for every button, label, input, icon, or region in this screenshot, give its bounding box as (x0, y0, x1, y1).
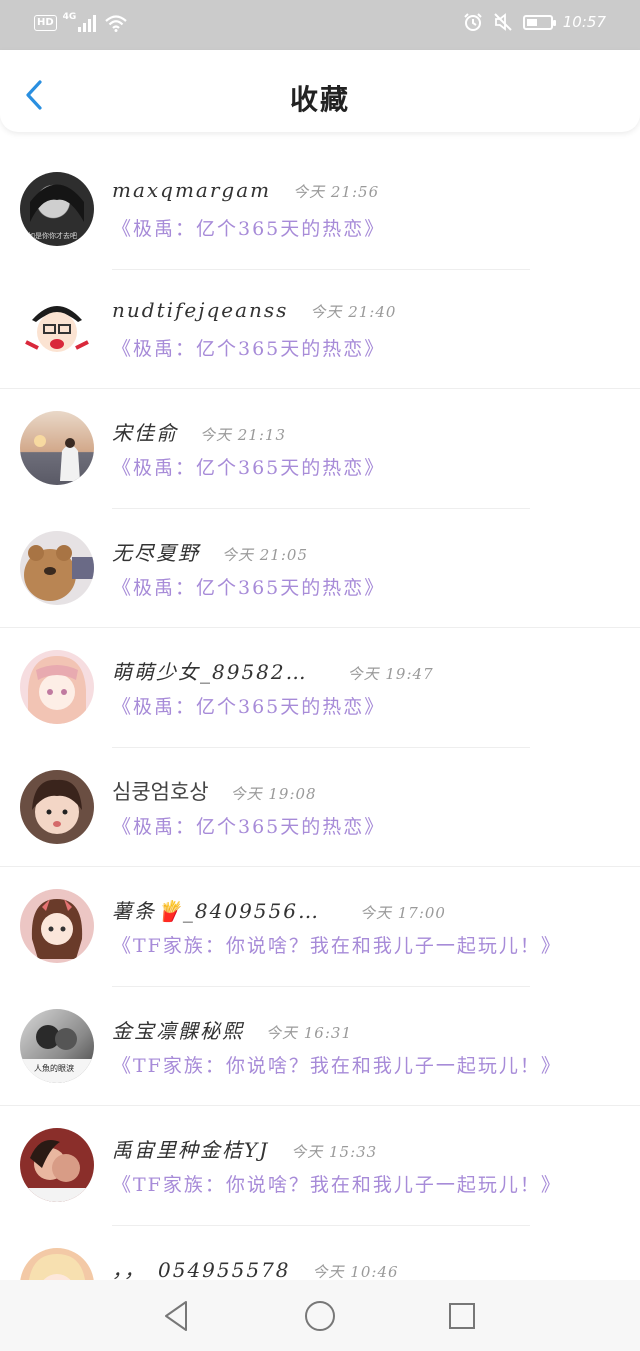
status-left: HD 4G (34, 12, 128, 32)
avatar (20, 1128, 94, 1202)
user-name: 禹宙里种金桔YJ (112, 1138, 270, 1162)
story-title[interactable]: 《极禹：亿个365天的热恋》 (112, 214, 385, 241)
story-title[interactable]: 《极禹：亿个365天的热恋》 (112, 453, 385, 480)
hd-badge: HD (34, 15, 57, 31)
avatar (20, 1247, 94, 1280)
user-name: 金宝凛髁秘熙 (112, 1018, 244, 1043)
list-item[interactable]: 宋佳俞 今天 21:13 《极禹：亿个365天的热恋》 (0, 389, 640, 509)
timestamp: 今天 21:13 (200, 426, 286, 444)
timestamp: 今天 16:31 (266, 1023, 352, 1042)
user-name: ，，_054955578 (112, 1257, 291, 1281)
system-home-button[interactable] (302, 1298, 338, 1334)
user-name: 宋佳俞 (112, 421, 178, 445)
system-nav-bar (0, 1280, 640, 1351)
avatar: 人魚的眼淚 (20, 1008, 94, 1083)
story-title[interactable]: 《极禹：亿个365天的热恋》 (112, 692, 385, 719)
avatar (20, 889, 94, 963)
square-recent-icon (449, 1303, 475, 1329)
avatar (20, 291, 94, 366)
network-type: 4G (62, 12, 77, 22)
user-name: maxqmargam (112, 178, 272, 202)
story-title[interactable]: 《极禹：亿个365天的热恋》 (112, 573, 385, 600)
user-name: 薯条🍟_8409556… (112, 899, 320, 923)
user-name: 无尽夏野 (112, 540, 200, 565)
timestamp: 今天 21:40 (310, 302, 397, 321)
list-item[interactable]: 禹宙里种金桔YJ 今天 15:33 《TF家族：你说啥？我在和我儿子一起玩儿！》 (0, 1106, 640, 1226)
status-right: 10:57 (463, 12, 606, 32)
timestamp: 今天 15:33 (291, 1143, 378, 1161)
battery-icon (522, 14, 556, 30)
page-title: 收藏 (289, 83, 350, 116)
alarm-icon (464, 13, 482, 31)
list-item[interactable]: nudtifejqeanss 今天 21:40 《极禹：亿个365天的热恋》 (0, 270, 640, 389)
favorites-list: 如是你你才去吧 maxqmargam 今天 21:56 《极禹：亿个365天的热… (0, 150, 640, 1280)
circle-home-icon (305, 1301, 335, 1331)
avatar (20, 650, 94, 724)
story-title[interactable]: 《TF家族：你说啥？我在和我儿子一起玩儿！》 (112, 931, 562, 958)
triangle-back-icon (165, 1301, 187, 1331)
list-item[interactable]: 无尽夏野 今天 21:05 《极禹：亿个365天的热恋》 (0, 509, 640, 628)
timestamp: 今天 17:00 (359, 904, 446, 922)
user-name: 萌萌少女_89582… (112, 660, 308, 684)
avatar (20, 769, 94, 844)
mute-icon (494, 13, 512, 31)
avatar (20, 411, 94, 485)
story-title[interactable]: 《极禹：亿个365天的热恋》 (112, 334, 385, 361)
user-name: 심쿵엄호상 (112, 779, 209, 804)
story-title[interactable]: 《极禹：亿个365天的热恋》 (112, 812, 385, 839)
status-time: 10:57 (562, 13, 606, 31)
avatar (20, 530, 94, 605)
timestamp: 今天 10:46 (312, 1262, 399, 1281)
signal-icon (78, 15, 97, 32)
story-title[interactable]: 《TF家族：你说啥？我在和我儿子一起玩儿！》 (112, 1170, 562, 1197)
list-item[interactable]: 薯条🍟_8409556… 今天 17:00 《TF家族：你说啥？我在和我儿子一起… (0, 867, 640, 987)
avatar: 如是你你才去吧 (20, 172, 94, 246)
list-item[interactable]: 人魚的眼淚 金宝凛髁秘熙 今天 16:31 《TF家族：你说啥？我在和我儿子一起… (0, 987, 640, 1106)
list-item[interactable]: ，，_054955578 今天 10:46 (0, 1226, 640, 1281)
timestamp: 今天 19:08 (230, 784, 317, 803)
system-back-button[interactable] (158, 1298, 194, 1334)
timestamp: 今天 21:05 (222, 545, 308, 564)
timestamp: 今天 19:47 (347, 665, 434, 683)
system-recent-button[interactable] (444, 1298, 480, 1334)
wifi-icon (105, 15, 128, 32)
story-title[interactable]: 《TF家族：你说啥？我在和我儿子一起玩儿！》 (112, 1051, 562, 1078)
list-item[interactable]: 萌萌少女_89582… 今天 19:47 《极禹：亿个365天的热恋》 (0, 628, 640, 748)
timestamp: 今天 21:56 (293, 183, 380, 201)
list-item[interactable]: 如是你你才去吧 maxqmargam 今天 21:56 《极禹：亿个365天的热… (0, 150, 640, 270)
list-item[interactable]: 심쿵엄호상 今天 19:08 《极禹：亿个365天的热恋》 (0, 748, 640, 867)
user-name: nudtifejqeanss (112, 297, 289, 322)
header-bar: 收藏 (0, 50, 640, 132)
status-bar: HD 4G 10:57 (0, 0, 640, 50)
avatar-caption: 人魚的眼淚 (34, 1063, 74, 1073)
avatar-caption: 如是你你才去吧 (28, 231, 77, 240)
